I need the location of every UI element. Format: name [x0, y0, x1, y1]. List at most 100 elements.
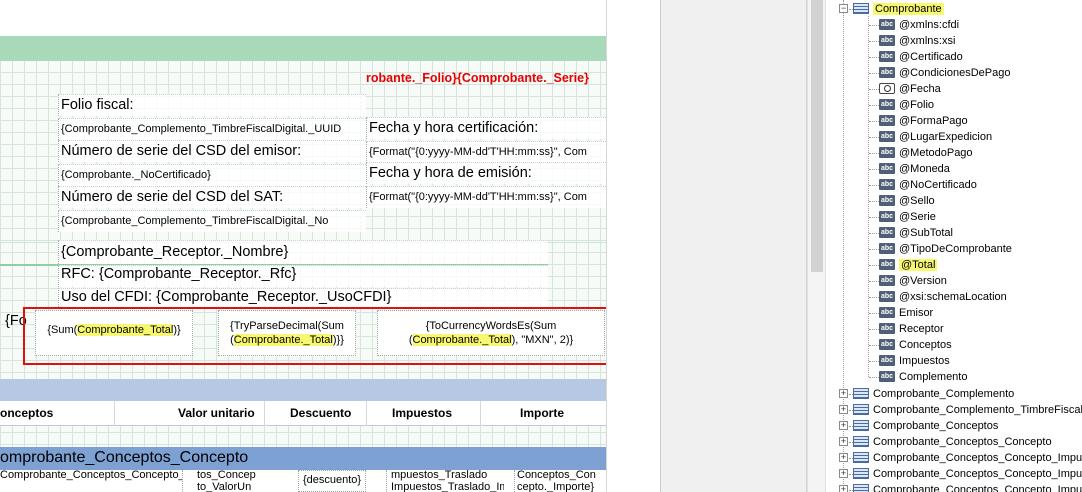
- tree-field-total[interactable]: abc @Total: [879, 257, 938, 273]
- abc-icon: abc: [879, 258, 895, 270]
- clock-icon: [879, 82, 895, 94]
- tree-field-label: @TipoDeComprobante: [899, 243, 1012, 255]
- tree-field-serie[interactable]: abc @Serie: [879, 209, 936, 225]
- tree-field-certificado[interactable]: abc @Certificado: [879, 49, 963, 65]
- serie-csd-emisor-expression[interactable]: {Comprobante._NoCertificado}: [58, 164, 366, 186]
- tree-field-tipodecomprobante[interactable]: abc @TipoDeComprobante: [879, 241, 1012, 257]
- tree-line: [869, 73, 879, 74]
- abc-icon: abc: [879, 114, 895, 126]
- uso-cfdi-field[interactable]: Uso del CFDI: {Comprobante_Receptor._Uso…: [58, 288, 548, 309]
- abc-icon: abc: [879, 242, 895, 254]
- expand-toggle[interactable]: +: [839, 469, 848, 478]
- table-icon: [853, 483, 869, 492]
- tree-line: [869, 313, 879, 314]
- tree-node-table[interactable]: Comprobante_Conceptos_Concepto: [853, 434, 1052, 450]
- receptor-nombre-field[interactable]: {Comprobante_Receptor._Nombre}: [58, 240, 548, 264]
- tree-field-label: @MetodoPago: [899, 147, 973, 159]
- detail-valor-unitario[interactable]: tos_Concep to_ValorUn: [182, 470, 264, 492]
- data-source-tree[interactable]: − Comprobante abc @xmlns:cfdi abc @xmlns:xs…: [827, 0, 1082, 492]
- tree-field-label: @CondicionesDePago: [899, 67, 1011, 79]
- tree-field-fecha[interactable]: @Fecha: [879, 81, 941, 97]
- scrollbar-thumb[interactable]: [811, 0, 823, 272]
- expand-toggle[interactable]: +: [839, 389, 848, 398]
- expand-toggle[interactable]: +: [839, 485, 848, 492]
- fecha-emision-label[interactable]: Fecha y hora de emisión:: [366, 162, 606, 184]
- page-header-band[interactable]: [0, 36, 606, 61]
- tree-field-condicionesdepago[interactable]: abc @CondicionesDePago: [879, 65, 1010, 81]
- table-icon: [853, 387, 869, 399]
- tree-field-receptor[interactable]: abc Receptor: [879, 321, 944, 337]
- detail-valor-line2: to_ValorUn: [197, 480, 252, 492]
- tree-field-conceptos[interactable]: abc Conceptos: [879, 337, 952, 353]
- tree-field-formapago[interactable]: abc @FormaPago: [879, 113, 968, 129]
- serie-csd-sat-expression[interactable]: {Comprobante_Complemento_TimbreFiscalDig…: [58, 210, 366, 232]
- tree-field-label: @xmlns:xsi: [899, 35, 956, 47]
- tree-node-label: Comprobante: [873, 3, 944, 15]
- tree-node-table[interactable]: Comprobante_Conceptos: [853, 418, 998, 434]
- tree-field-complemento[interactable]: abc Complemento: [879, 369, 967, 385]
- tree-field-subtotal[interactable]: abc @SubTotal: [879, 225, 953, 241]
- header-separator: [114, 401, 115, 426]
- tree-line: [869, 185, 879, 186]
- header-separator: [264, 401, 265, 426]
- header-separator: [366, 401, 367, 426]
- tree-node-comprobante[interactable]: Comprobante: [853, 1, 944, 17]
- fecha-certificacion-expression[interactable]: {Format("{0:yyyy-MM-dd'T'HH:mm:ss}", Com: [366, 141, 606, 163]
- tree-field-lugarexpedicion[interactable]: abc @LugarExpedicion: [879, 129, 992, 145]
- tree-field-nocertificado[interactable]: abc @NoCertificado: [879, 177, 977, 193]
- report-designer-canvas[interactable]: robante._Folio}{Comprobante._Serie} Foli…: [0, 0, 606, 492]
- detail-descuento[interactable]: {descuento}: [298, 470, 366, 492]
- tree-field-metodopago[interactable]: abc @MetodoPago: [879, 145, 973, 161]
- expand-toggle[interactable]: +: [839, 405, 848, 414]
- expand-toggle[interactable]: +: [839, 437, 848, 446]
- vertical-scrollbar[interactable]: [807, 0, 826, 492]
- tree-line: [869, 57, 879, 58]
- abc-icon: abc: [879, 194, 895, 206]
- tree-node-table[interactable]: Comprobante_Conceptos_Concepto_Impuestos…: [853, 466, 1082, 482]
- tree-field-impuestos[interactable]: abc Impuestos: [879, 353, 950, 369]
- fecha-emision-expression[interactable]: {Format("{0:yyyy-MM-dd'T'HH:mm:ss}", Com: [366, 186, 606, 208]
- folio-fiscal-expression[interactable]: {Comprobante_Complemento_TimbreFiscalDig…: [58, 118, 366, 140]
- collapse-toggle[interactable]: −: [839, 4, 848, 13]
- tree-field-xmlns-cfdi[interactable]: abc @xmlns:cfdi: [879, 17, 959, 33]
- abc-icon: abc: [879, 146, 895, 158]
- tree-node-table[interactable]: Comprobante_Conceptos_Concepto_Impuestos: [853, 450, 1082, 466]
- expand-toggle[interactable]: +: [839, 421, 848, 430]
- receptor-rfc-field[interactable]: RFC: {Comprobante_Receptor._Rfc}: [58, 265, 548, 287]
- tree-line: [869, 361, 879, 362]
- tree-field-version[interactable]: abc @Version: [879, 273, 947, 289]
- header-separator: [480, 401, 481, 426]
- tree-field-moneda[interactable]: abc @Moneda: [879, 161, 950, 177]
- abc-icon: abc: [879, 290, 895, 302]
- fecha-certificacion-label[interactable]: Fecha y hora certificación:: [366, 117, 606, 139]
- abc-icon: abc: [879, 34, 895, 46]
- tree-field-emisor[interactable]: abc Emisor: [879, 305, 933, 321]
- tree-field-xsi-schemalocation[interactable]: abc @xsi:schemaLocation: [879, 289, 1007, 305]
- tree-field-sello[interactable]: abc @Sello: [879, 193, 935, 209]
- abc-icon: abc: [879, 210, 895, 222]
- tree-field-folio[interactable]: abc @Folio: [879, 97, 934, 113]
- abc-icon: abc: [879, 50, 895, 62]
- abc-icon: abc: [879, 274, 895, 286]
- abc-icon: abc: [879, 66, 895, 78]
- serie-csd-emisor-label[interactable]: Número de serie del CSD del emisor:: [58, 140, 366, 162]
- conceptos-header-band[interactable]: [0, 379, 606, 401]
- expand-toggle[interactable]: +: [839, 453, 848, 462]
- detail-impuestos[interactable]: mpuestos_TrasladoImpuestos_Traslado_Impo…: [386, 470, 504, 492]
- tree-field-xmlns-xsi[interactable]: abc @xmlns:xsi: [879, 33, 955, 49]
- tree-node-table[interactable]: Comprobante_Conceptos_Concepto_Impuestos…: [853, 482, 1082, 492]
- serie-csd-sat-label[interactable]: Número de serie del CSD del SAT:: [58, 186, 366, 208]
- tree-node-table[interactable]: Comprobante_Complemento: [853, 386, 1014, 402]
- folio-serie-field[interactable]: robante._Folio}{Comprobante._Serie}: [366, 71, 606, 89]
- folio-fiscal-label[interactable]: Folio fiscal:: [58, 94, 366, 116]
- abc-icon: abc: [879, 226, 895, 238]
- tree-node-table[interactable]: Comprobante_Complemento_TimbreFiscalDigi…: [853, 402, 1082, 418]
- tree-line: [869, 297, 879, 298]
- table-icon: [853, 467, 869, 479]
- tree-line: [869, 153, 879, 154]
- tree-field-label: @LugarExpedicion: [899, 131, 993, 143]
- abc-icon: abc: [879, 98, 895, 110]
- detail-importe[interactable]: Conceptos_Con cepto._Importe}: [514, 470, 606, 492]
- detail-descripcion[interactable]: Comprobante_Conceptos_Concepto_Desc: [0, 470, 182, 492]
- detail-importe-line2: cepto._Importe}: [517, 480, 595, 492]
